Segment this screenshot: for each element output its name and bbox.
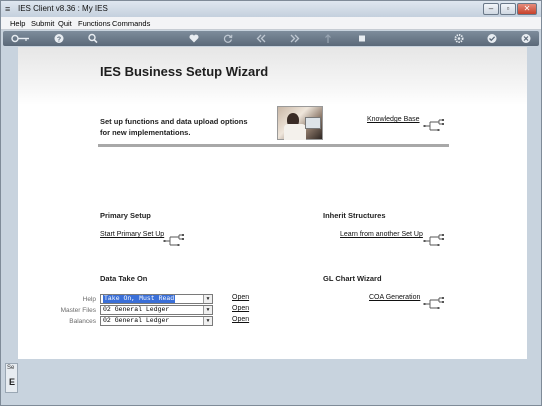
- upload-icon[interactable]: [322, 33, 334, 44]
- page-title: IES Business Setup Wizard: [100, 64, 269, 79]
- minimize-button[interactable]: –: [483, 3, 499, 15]
- balances-select[interactable]: 02 General Ledger ▼: [100, 316, 213, 326]
- data-take-on-heading: Data Take On: [100, 274, 148, 283]
- menu-submit[interactable]: Submit: [31, 19, 54, 28]
- app-logo-icon: ≡: [5, 4, 11, 14]
- search-icon[interactable]: [87, 33, 99, 44]
- chevron-down-icon[interactable]: ▼: [203, 306, 212, 314]
- check-icon[interactable]: [486, 33, 498, 44]
- help-select-value: Take On, Must Read: [103, 295, 176, 303]
- section-divider: [98, 144, 449, 147]
- flowchart-icon[interactable]: [163, 233, 185, 249]
- app-window: ≡ IES Client v8.36 : My IES – ▫ ✕ Help S…: [0, 0, 542, 406]
- heart-icon[interactable]: [188, 33, 200, 44]
- menu-commands[interactable]: Commands: [112, 19, 150, 28]
- refresh-icon[interactable]: [222, 33, 234, 44]
- chevron-down-icon[interactable]: ▼: [203, 317, 212, 325]
- svg-text:?: ?: [57, 37, 61, 44]
- wizard-illustration-image: [277, 106, 323, 140]
- status-area: [1, 359, 541, 405]
- menu-bar: Help Submit Quit Functions Commands: [1, 17, 541, 30]
- flowchart-icon[interactable]: [423, 296, 445, 312]
- maximize-button[interactable]: ▫: [500, 3, 516, 15]
- balances-select-value: 02 General Ledger: [103, 317, 170, 324]
- settings-icon[interactable]: [453, 33, 465, 44]
- master-files-field-label: Master Files: [60, 307, 96, 314]
- learn-from-another-setup-link[interactable]: Learn from another Set Up: [340, 231, 423, 238]
- stop-icon[interactable]: [356, 33, 368, 44]
- side-tab[interactable]: Se E: [5, 363, 18, 393]
- inherit-structures-heading: Inherit Structures: [323, 211, 386, 220]
- coa-generation-link[interactable]: COA Generation: [369, 294, 420, 301]
- gl-chart-wizard-heading: GL Chart Wizard: [323, 274, 382, 283]
- flowchart-icon[interactable]: [423, 233, 445, 249]
- intro-text: Set up functions and data upload options…: [100, 116, 260, 138]
- forward-icon[interactable]: [289, 33, 301, 44]
- menu-help[interactable]: Help: [10, 19, 25, 28]
- menu-functions[interactable]: Functions: [78, 19, 111, 28]
- back-icon[interactable]: [255, 33, 267, 44]
- flowchart-icon[interactable]: [423, 118, 445, 134]
- help-icon[interactable]: ?: [53, 33, 65, 44]
- title-bar: ≡ IES Client v8.36 : My IES – ▫ ✕: [1, 1, 541, 17]
- help-select[interactable]: Take On, Must Read ▼: [100, 294, 213, 304]
- help-open-link[interactable]: Open: [232, 294, 249, 301]
- master-files-select-value: 02 General Ledger: [103, 306, 170, 313]
- close-icon[interactable]: [520, 33, 532, 44]
- balances-field-label: Balances: [69, 318, 96, 325]
- start-primary-setup-link[interactable]: Start Primary Set Up: [100, 231, 164, 238]
- knowledge-base-link[interactable]: Knowledge Base: [367, 116, 420, 123]
- chevron-down-icon[interactable]: ▼: [203, 295, 212, 303]
- header-band: [18, 47, 527, 105]
- wizard-content: IES Business Setup Wizard Set up functio…: [18, 47, 527, 359]
- toolbar: ?: [3, 31, 539, 46]
- intro-line-2: for new implementations.: [100, 128, 191, 137]
- side-tab-letter: E: [9, 377, 16, 387]
- window-title: IES Client v8.36 : My IES: [18, 4, 108, 13]
- help-field-label: Help: [82, 296, 96, 303]
- master-files-select[interactable]: 02 General Ledger ▼: [100, 305, 213, 315]
- intro-line-1: Set up functions and data upload options: [100, 117, 248, 126]
- menu-quit[interactable]: Quit: [58, 19, 72, 28]
- balances-open-link[interactable]: Open: [232, 316, 249, 323]
- primary-setup-heading: Primary Setup: [100, 211, 151, 220]
- master-files-open-link[interactable]: Open: [232, 305, 249, 312]
- close-button[interactable]: ✕: [517, 3, 537, 15]
- key-icon[interactable]: [11, 33, 31, 44]
- side-tab-label: Se: [7, 365, 15, 371]
